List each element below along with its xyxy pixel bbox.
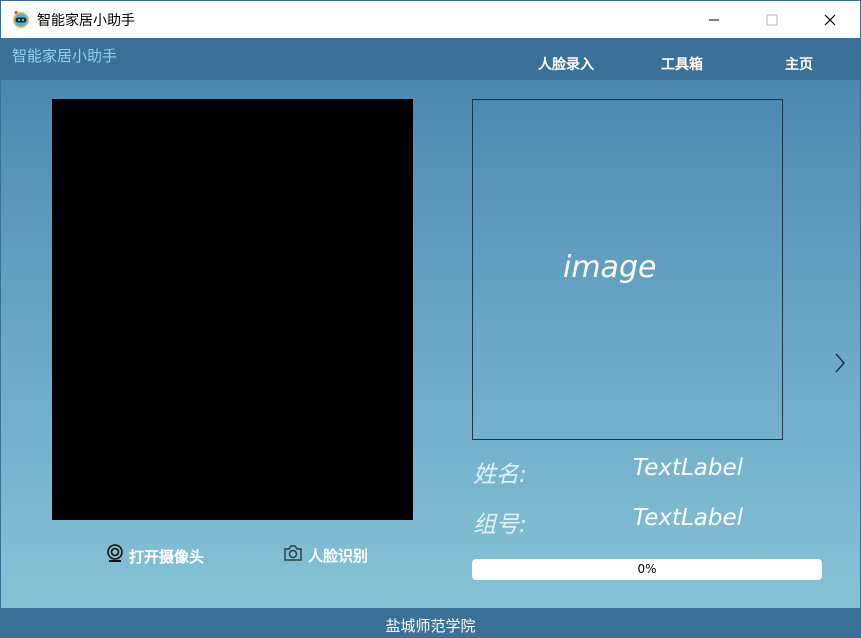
progress-text: 0% (637, 562, 657, 576)
maximize-button[interactable] (749, 1, 795, 38)
app-header: 智能家居小助手 人脸录入 工具箱 主页 (1, 38, 860, 80)
nav-home[interactable]: 主页 (785, 54, 813, 74)
app-window: 智能家居小助手 智能家居小助手 人脸录入 工具箱 主页 image 姓名: Te… (0, 0, 861, 638)
brand-title: 智能家居小助手 (12, 47, 118, 65)
close-button[interactable] (807, 1, 853, 38)
progress-bar: 0% (472, 559, 822, 580)
title-bar: 智能家居小助手 (1, 1, 860, 38)
webcam-icon (106, 544, 124, 568)
open-camera-button[interactable]: 打开摄像头 (106, 544, 204, 568)
footer: 盐城师范学院 (1, 608, 860, 637)
camera-icon (283, 544, 303, 566)
open-camera-label: 打开摄像头 (129, 547, 205, 566)
robot-icon (11, 9, 31, 29)
face-recognition-button[interactable]: 人脸识别 (283, 544, 368, 566)
camera-view (52, 99, 413, 520)
name-label: 姓名: (473, 462, 527, 488)
footer-text: 盐城师范学院 (385, 617, 476, 635)
group-value: TextLabel (633, 505, 744, 531)
minimize-button[interactable] (691, 1, 737, 38)
group-label: 组号: (473, 512, 527, 538)
nav-toolbox[interactable]: 工具箱 (661, 54, 703, 74)
chevron-right-icon[interactable] (833, 352, 847, 374)
image-placeholder: image (563, 250, 657, 285)
face-image-box: image (472, 99, 783, 440)
main-panel: image 姓名: TextLabel 组号: TextLabel 打开摄像头 (1, 80, 860, 608)
nav-face-enroll[interactable]: 人脸录入 (538, 54, 594, 74)
face-recognition-label: 人脸识别 (308, 546, 369, 565)
window-title: 智能家居小助手 (37, 13, 135, 29)
name-value: TextLabel (633, 455, 744, 481)
